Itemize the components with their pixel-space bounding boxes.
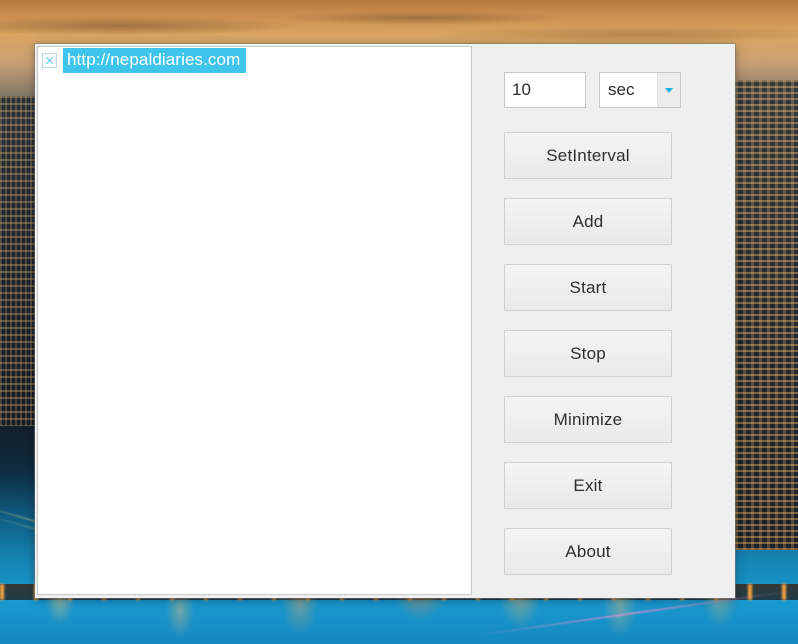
url-list[interactable]: http://nepaldiaries.com: [37, 46, 472, 595]
chevron-down-icon[interactable]: [657, 73, 680, 107]
exit-button[interactable]: Exit: [504, 462, 672, 509]
button-label: Add: [572, 211, 604, 231]
url-label: http://nepaldiaries.com: [63, 47, 247, 73]
stop-button[interactable]: Stop: [504, 330, 672, 377]
start-button[interactable]: Start: [504, 264, 672, 311]
close-x-icon[interactable]: [42, 52, 57, 68]
application-window: http://nepaldiaries.com sec SetInterval …: [35, 44, 735, 598]
interval-unit-select[interactable]: sec: [599, 72, 681, 108]
button-label: About: [565, 541, 611, 561]
skyline-right: [735, 80, 798, 550]
button-label: Start: [569, 277, 607, 297]
about-button[interactable]: About: [504, 528, 672, 575]
interval-input[interactable]: [504, 72, 586, 108]
screen: http://nepaldiaries.com sec SetInterval …: [0, 0, 798, 644]
interval-unit-label: sec: [608, 80, 635, 99]
button-label: SetInterval: [546, 145, 630, 165]
caret-glyph: [665, 87, 673, 93]
minimize-button[interactable]: Minimize: [504, 396, 672, 443]
interval-row: sec: [504, 72, 681, 108]
button-label: Minimize: [553, 409, 623, 429]
set-interval-button[interactable]: SetInterval: [504, 132, 672, 179]
list-item[interactable]: http://nepaldiaries.com: [38, 47, 471, 73]
button-label: Exit: [573, 475, 603, 495]
button-label: Stop: [570, 343, 606, 363]
skyline-left: [0, 96, 40, 426]
control-panel: sec SetInterval Add Start Stop Minimize: [472, 44, 735, 598]
add-button[interactable]: Add: [504, 198, 672, 245]
